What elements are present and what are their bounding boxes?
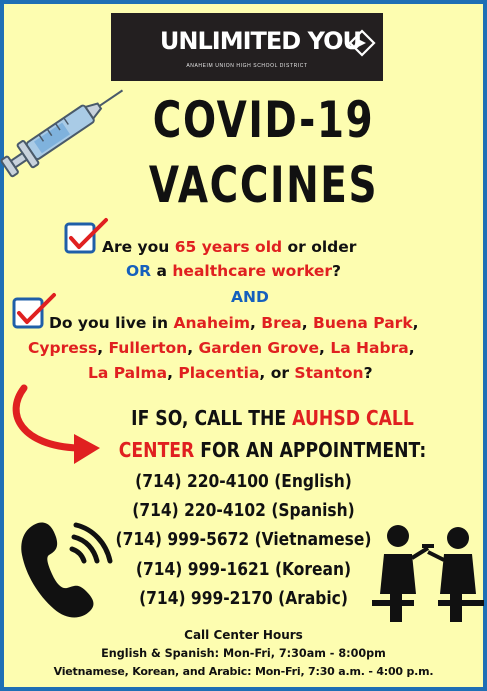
question-worker: OR a healthcare worker? — [126, 262, 341, 280]
city-cypress: Cypress — [28, 339, 98, 357]
q1-worker: healthcare worker — [172, 262, 333, 280]
logo-mark-icon — [348, 29, 376, 57]
separator: , — [250, 314, 262, 332]
city-la-habra: La Habra — [330, 339, 409, 357]
city-placentia: Placentia — [178, 364, 260, 382]
call-center-highlight-2: Center — [118, 438, 195, 462]
phone-arabic[interactable]: (714) 999-2170 (Arabic) — [89, 588, 398, 609]
q2-intro: Do you live in — [49, 314, 174, 332]
call-center-highlight: AUHSD Call — [292, 406, 414, 430]
phone-vietnamese[interactable]: (714) 999-5672 (Vietnamese) — [89, 529, 398, 550]
q1-age: 65 years old — [174, 238, 283, 256]
separator: , — [301, 314, 314, 332]
hours-line-2: Vietnamese, Korean, and Arabic: Mon-Fri,… — [53, 665, 434, 678]
and-text: AND — [231, 288, 269, 306]
separator: , — [412, 314, 419, 332]
phone-korean[interactable]: (714) 999-1621 (Korean) — [89, 559, 398, 580]
phone-icon — [21, 522, 113, 618]
call-line-1: If so, Call the AUHSD Call — [91, 406, 453, 430]
logo: UNLIMITED YOU ANAHEIM UNION HIGH SCHOOL … — [111, 13, 383, 81]
q1-text: Are you — [102, 238, 175, 256]
city-garden-grove: Garden Grove — [198, 339, 320, 357]
logo-brand: UNLIMITED YOU — [159, 27, 362, 55]
phone-english[interactable]: (714) 220-4100 (English) — [89, 471, 398, 492]
phone-spanish[interactable]: (714) 220-4102 (Spanish) — [89, 500, 398, 521]
title-line-2: VACCINES — [148, 156, 379, 214]
question-city-line-2: Cypress, Fullerton, Garden Grove, La Hab… — [28, 339, 415, 357]
or-separator: , or — [259, 364, 295, 382]
question-city-line-1: Do you live in Anaheim, Brea, Buena Park… — [49, 314, 419, 332]
city-fullerton: Fullerton — [108, 339, 188, 357]
question-age: Are you 65 years old or older — [102, 238, 356, 256]
city-stanton: Stanton — [294, 364, 364, 382]
logo-district: ANAHEIM UNION HIGH SCHOOL DISTRICT — [186, 63, 308, 69]
q1-or: OR — [126, 262, 152, 280]
q1-text-2: or older — [282, 238, 357, 256]
separator: , — [167, 364, 179, 382]
city-brea: Brea — [261, 314, 302, 332]
title-line-1: COVID-19 — [152, 91, 375, 149]
call-text-2: for an appointment: — [194, 438, 427, 462]
city-anaheim: Anaheim — [173, 314, 250, 332]
q1-text-3: a — [151, 262, 173, 280]
call-text: If so, Call the — [131, 406, 293, 430]
q1-text-4: ? — [332, 262, 342, 280]
call-line-2: Center for an appointment: — [91, 438, 453, 462]
city-la-palma: La Palma — [88, 364, 168, 382]
city-buena-park: Buena Park — [313, 314, 413, 332]
separator: , — [187, 339, 199, 357]
vaccination-icon — [372, 525, 484, 622]
question-city-line-3: La Palma, Placentia, or Stanton? — [88, 364, 373, 382]
question-mark: ? — [363, 364, 373, 382]
separator: , — [408, 339, 415, 357]
separator: , — [97, 339, 109, 357]
hours-title: Call Center Hours — [184, 628, 303, 642]
separator: , — [319, 339, 331, 357]
hours-line-1: English & Spanish: Mon-Fri, 7:30am - 8:0… — [101, 647, 386, 660]
poster: UNLIMITED YOU ANAHEIM UNION HIGH SCHOOL … — [0, 0, 487, 691]
